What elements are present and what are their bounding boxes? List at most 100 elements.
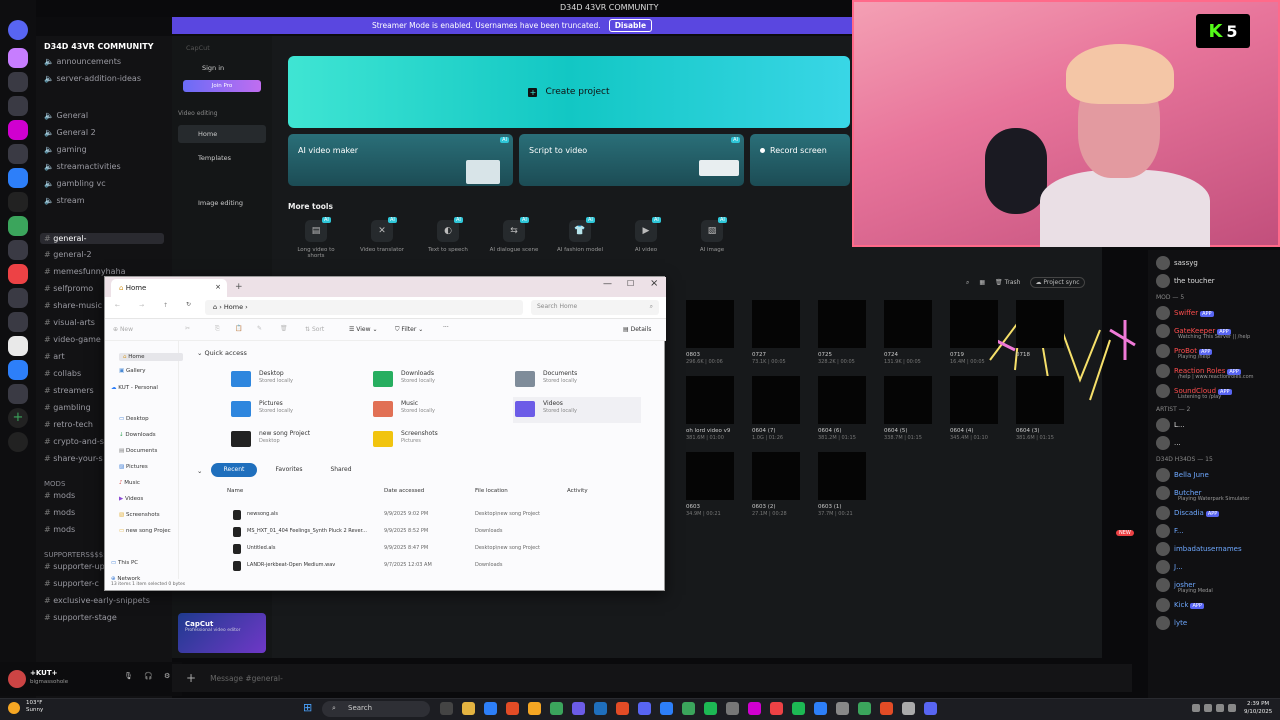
nav-kut-personal[interactable]: ☁ KUT - Personal [111,385,158,391]
quick-access-videos[interactable]: Videos Stored locally [513,397,641,423]
project-thumbnail[interactable] [752,376,800,424]
project-thumbnail[interactable] [950,376,998,424]
quick-access-new-song-project[interactable]: new song Project Desktop [229,427,357,453]
volume-icon[interactable] [1216,704,1224,712]
grid-view-icon[interactable]: ▦ [979,279,985,286]
project-thumbnail[interactable] [818,376,866,424]
app-icon[interactable] [594,702,607,715]
project-thumbnail[interactable] [686,452,734,500]
server-icon[interactable] [8,72,28,92]
file-explorer-icon[interactable] [462,702,475,715]
column-header-file-location[interactable]: File location [475,488,508,494]
project-thumbnail[interactable] [818,300,866,348]
member-item[interactable]: F... [1156,524,1184,538]
channel-streamactivities[interactable]: 🔈 streamactivities [44,162,121,171]
quick-access-downloads[interactable]: Downloads Stored locally [371,367,499,393]
server-icon[interactable] [8,96,28,116]
close-icon[interactable]: × [650,278,658,289]
quick-access-header[interactable]: ⌄ Quick access [197,349,247,357]
filter-button[interactable]: ⛉ Filter ⌄ [395,326,423,334]
server-icon[interactable] [8,192,28,212]
sort-button[interactable]: ⇅ Sort [305,326,324,333]
quick-access-music[interactable]: Music Stored locally [371,397,499,423]
nav-gallery[interactable]: ▣ Gallery [119,368,146,374]
channel-server-addition-ideas[interactable]: 🔈 server-addition-ideas [44,74,141,83]
quick-access-documents[interactable]: Documents Stored locally [513,367,641,393]
disable-button[interactable]: Disable [608,19,653,32]
settings-icon[interactable]: ⚙ [164,672,170,680]
channel-announcements[interactable]: 🔈 announcements [44,57,121,66]
app-icon[interactable] [726,702,739,715]
minimize-icon[interactable]: — [603,279,612,289]
copy-icon[interactable]: ⎘ [215,325,220,333]
nav-pictures[interactable]: ▨ Pictures [119,464,148,470]
nav-home[interactable]: Home [178,125,266,143]
edge-icon[interactable] [484,702,497,715]
weather-widget[interactable]: 103°F Sunny [26,700,43,714]
app-icon[interactable] [616,702,629,715]
member-item[interactable]: the toucher [1156,274,1215,288]
message-input[interactable]: Message #general- [210,674,283,683]
nav-downloads[interactable]: ↓ Downloads [119,432,156,438]
channel-gaming[interactable]: 🔈 gaming [44,145,87,154]
network-icon[interactable] [1204,704,1212,712]
channel-exclusive-early-snippets[interactable]: # exclusive-early-snippets [44,596,150,605]
channel-selfpromo[interactable]: # selfpromo [44,284,93,293]
channel-mods[interactable]: # mods [44,491,75,500]
quick-access-screenshots[interactable]: Screenshots Pictures [371,427,499,453]
ai-video-maker-tile[interactable]: AI video maker AI [288,134,513,186]
channel-general-2[interactable]: # general-2 [44,250,92,259]
member-item[interactable]: imbadatusernames [1156,542,1242,556]
rename-icon[interactable]: ✎ [257,325,262,332]
back-icon[interactable]: ← [115,302,120,309]
project-thumbnail[interactable] [884,300,932,348]
clock[interactable]: 2:39 PM 9/10/2025 [1244,700,1272,716]
server-icon[interactable] [8,384,28,404]
tool-ai-fashion-model[interactable]: 👕 AI fashion model AI [552,217,608,253]
new-button[interactable]: ⊕ New [113,326,133,333]
channel-gambling-vc[interactable]: 🔈 gambling vc [44,179,106,188]
file-row[interactable]: LANDR-jerkbeat-Open Medium.wav 9/7/2025 1… [227,560,647,572]
add-attachment-icon[interactable]: + [186,671,196,685]
file-row[interactable]: MS_HXT_01_404 Feelings_Synth Pluck 2 Rev… [227,526,647,538]
maximize-icon[interactable]: ☐ [627,279,634,288]
channel-supporter-up[interactable]: # supporter-up [44,562,105,571]
tool-text-to-speech[interactable]: ◐ Text to speech AI [420,217,476,253]
close-tab-icon[interactable]: × [215,283,221,291]
join-pro-button[interactable]: Join Pro [183,80,261,92]
member-item[interactable]: J... [1156,560,1183,574]
cut-icon[interactable]: ✂ [185,325,190,332]
channel-streamers[interactable]: # streamers [44,386,94,395]
user-avatar[interactable] [8,670,26,688]
new-tab-icon[interactable]: + [235,282,243,292]
member-item[interactable]: Swiffer APP [1156,306,1214,320]
search-icon[interactable]: ⌕ [966,279,969,287]
spotify-icon[interactable] [792,702,805,715]
paste-icon[interactable]: 📋 [235,325,242,332]
channel-share-music[interactable]: # share-music [44,301,102,310]
nav-documents[interactable]: ▤ Documents [119,448,157,454]
tool-ai-dialogue-scene[interactable]: ⇆ AI dialogue scene AI [486,217,542,253]
weather-icon[interactable] [8,702,20,714]
search-input[interactable]: Search Home ⌕ [531,300,659,315]
channel-mods[interactable]: # mods [44,525,75,534]
delete-icon[interactable]: 🗑 [280,325,288,332]
explorer-tab-home[interactable]: ⌂ Home × [111,279,227,297]
project-thumbnail[interactable] [1016,376,1064,424]
app-icon[interactable] [924,702,937,715]
column-header-name[interactable]: Name [227,488,243,494]
refresh-icon[interactable]: ↻ [186,301,191,308]
taskbar-search[interactable]: ⌕ Search [322,701,430,717]
sign-in-button[interactable]: Sign in [202,64,224,72]
channel-supporter-stage[interactable]: # supporter-stage [44,613,117,622]
server-icon[interactable] [8,312,28,332]
app-icon[interactable] [902,702,915,715]
project-thumbnail[interactable] [686,376,734,424]
quick-access-pictures[interactable]: Pictures Stored locally [229,397,357,423]
pill-recent[interactable]: Recent [211,463,257,477]
quick-access-desktop[interactable]: Desktop Stored locally [229,367,357,393]
windows-start-icon[interactable]: ⊞ [303,702,315,714]
project-thumbnail[interactable] [1016,300,1064,348]
chevron-up-icon[interactable] [1192,704,1200,712]
member-item[interactable]: Kick APP [1156,598,1204,612]
